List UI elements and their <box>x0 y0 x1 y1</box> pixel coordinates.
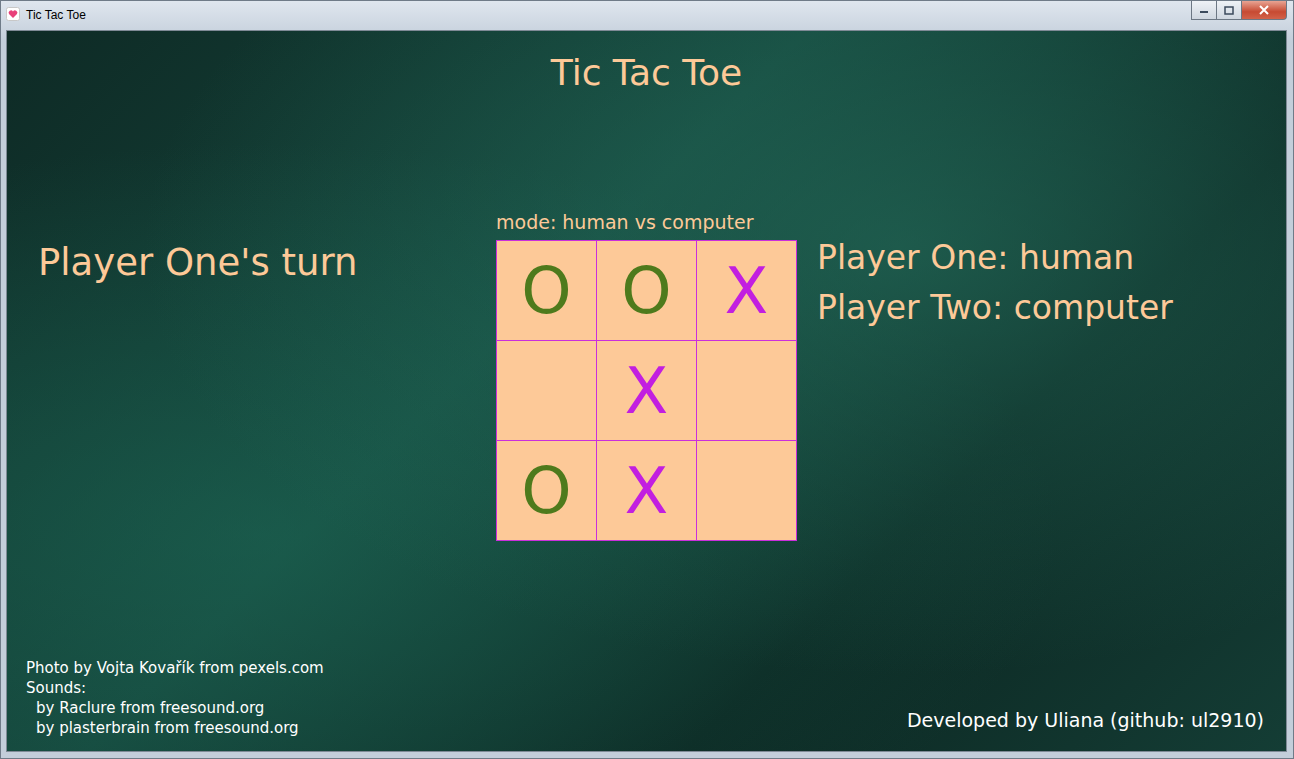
window-title: Tic Tac Toe <box>26 7 86 23</box>
developer-credit: Developed by Uliana (github: ul2910) <box>907 708 1264 738</box>
players-column: Player One: humanPlayer Two: computer <box>797 210 1286 541</box>
board-column: mode: human vs computerOOXXOX <box>496 210 797 541</box>
board-cell[interactable]: O <box>497 441 596 540</box>
credit-line: by plasterbrain from freesound.org <box>26 718 324 738</box>
minimize-icon <box>1199 6 1209 14</box>
close-button[interactable] <box>1241 1 1287 20</box>
maximize-button[interactable] <box>1216 1 1242 20</box>
title-bar: Tic Tac Toe <box>6 1 1287 30</box>
game-board: OOXXOX <box>496 240 797 541</box>
minimize-button[interactable] <box>1191 1 1217 20</box>
status-column: Player One's turn <box>7 210 496 541</box>
credits: Photo by Vojta Kovařík from pexels.comSo… <box>26 658 324 738</box>
board-cell[interactable]: O <box>497 241 596 340</box>
board-cell[interactable] <box>497 341 596 440</box>
board-cell[interactable]: X <box>597 341 696 440</box>
board-cell[interactable]: X <box>597 441 696 540</box>
board-cell[interactable]: O <box>597 241 696 340</box>
app-window: Tic Tac Toe Tic Tac Toe Player One's turnm… <box>0 0 1294 759</box>
board-cell[interactable] <box>697 341 796 440</box>
game-area: Tic Tac Toe Player One's turnmode: human … <box>6 30 1287 752</box>
player-label: Player One: human <box>817 233 1286 283</box>
main-row: Player One's turnmode: human vs computer… <box>7 210 1286 541</box>
board-cell[interactable]: X <box>697 241 796 340</box>
player-label: Player Two: computer <box>817 283 1286 333</box>
game-heading: Tic Tac Toe <box>7 31 1286 95</box>
footer: Photo by Vojta Kovařík from pexels.comSo… <box>7 658 1286 751</box>
close-icon <box>1258 5 1270 15</box>
window-controls <box>1192 1 1287 20</box>
credit-line: by Raclure from freesound.org <box>26 698 324 718</box>
maximize-icon <box>1224 6 1234 15</box>
credit-line: Sounds: <box>26 678 324 698</box>
heart-icon <box>6 7 20 21</box>
credit-line: Photo by Vojta Kovařík from pexels.com <box>26 658 324 678</box>
mode-label: mode: human vs computer <box>496 210 797 234</box>
board-cell[interactable] <box>697 441 796 540</box>
turn-status: Player One's turn <box>38 240 496 286</box>
